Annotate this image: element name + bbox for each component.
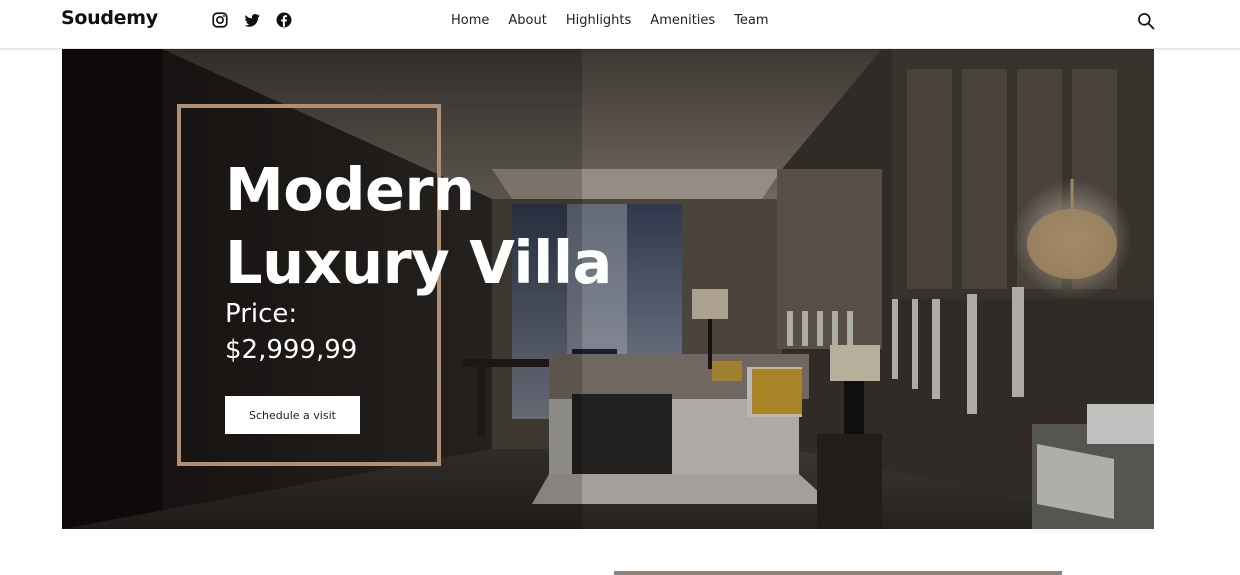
- instagram-icon[interactable]: [211, 11, 229, 29]
- section-divider-bar: [614, 571, 1062, 575]
- nav-about[interactable]: About: [508, 13, 546, 28]
- search-icon[interactable]: [1136, 11, 1156, 31]
- hero-title-line-1: Modern: [225, 155, 475, 224]
- facebook-icon[interactable]: [275, 11, 293, 29]
- price-label: Price:: [225, 299, 298, 329]
- main-nav: Home About Highlights Amenities Team: [451, 13, 788, 28]
- price-value: $2,999,99: [225, 335, 358, 365]
- hero-title-line-2: Luxury Villa: [225, 228, 612, 297]
- twitter-icon[interactable]: [243, 11, 261, 29]
- hero-title: Modern Luxury Villa: [225, 153, 612, 299]
- nav-home[interactable]: Home: [451, 13, 489, 28]
- nav-team[interactable]: Team: [734, 13, 768, 28]
- hero-banner: Modern Luxury Villa Price: $2,999,99 Sch…: [62, 49, 1154, 529]
- social-links: [211, 11, 293, 29]
- schedule-visit-button[interactable]: Schedule a visit: [225, 396, 360, 434]
- nav-highlights[interactable]: Highlights: [566, 13, 631, 28]
- brand-logo[interactable]: Soudemy: [61, 7, 158, 29]
- site-header: Soudemy Home About Highlights Amenities …: [0, 0, 1240, 49]
- nav-amenities[interactable]: Amenities: [650, 13, 715, 28]
